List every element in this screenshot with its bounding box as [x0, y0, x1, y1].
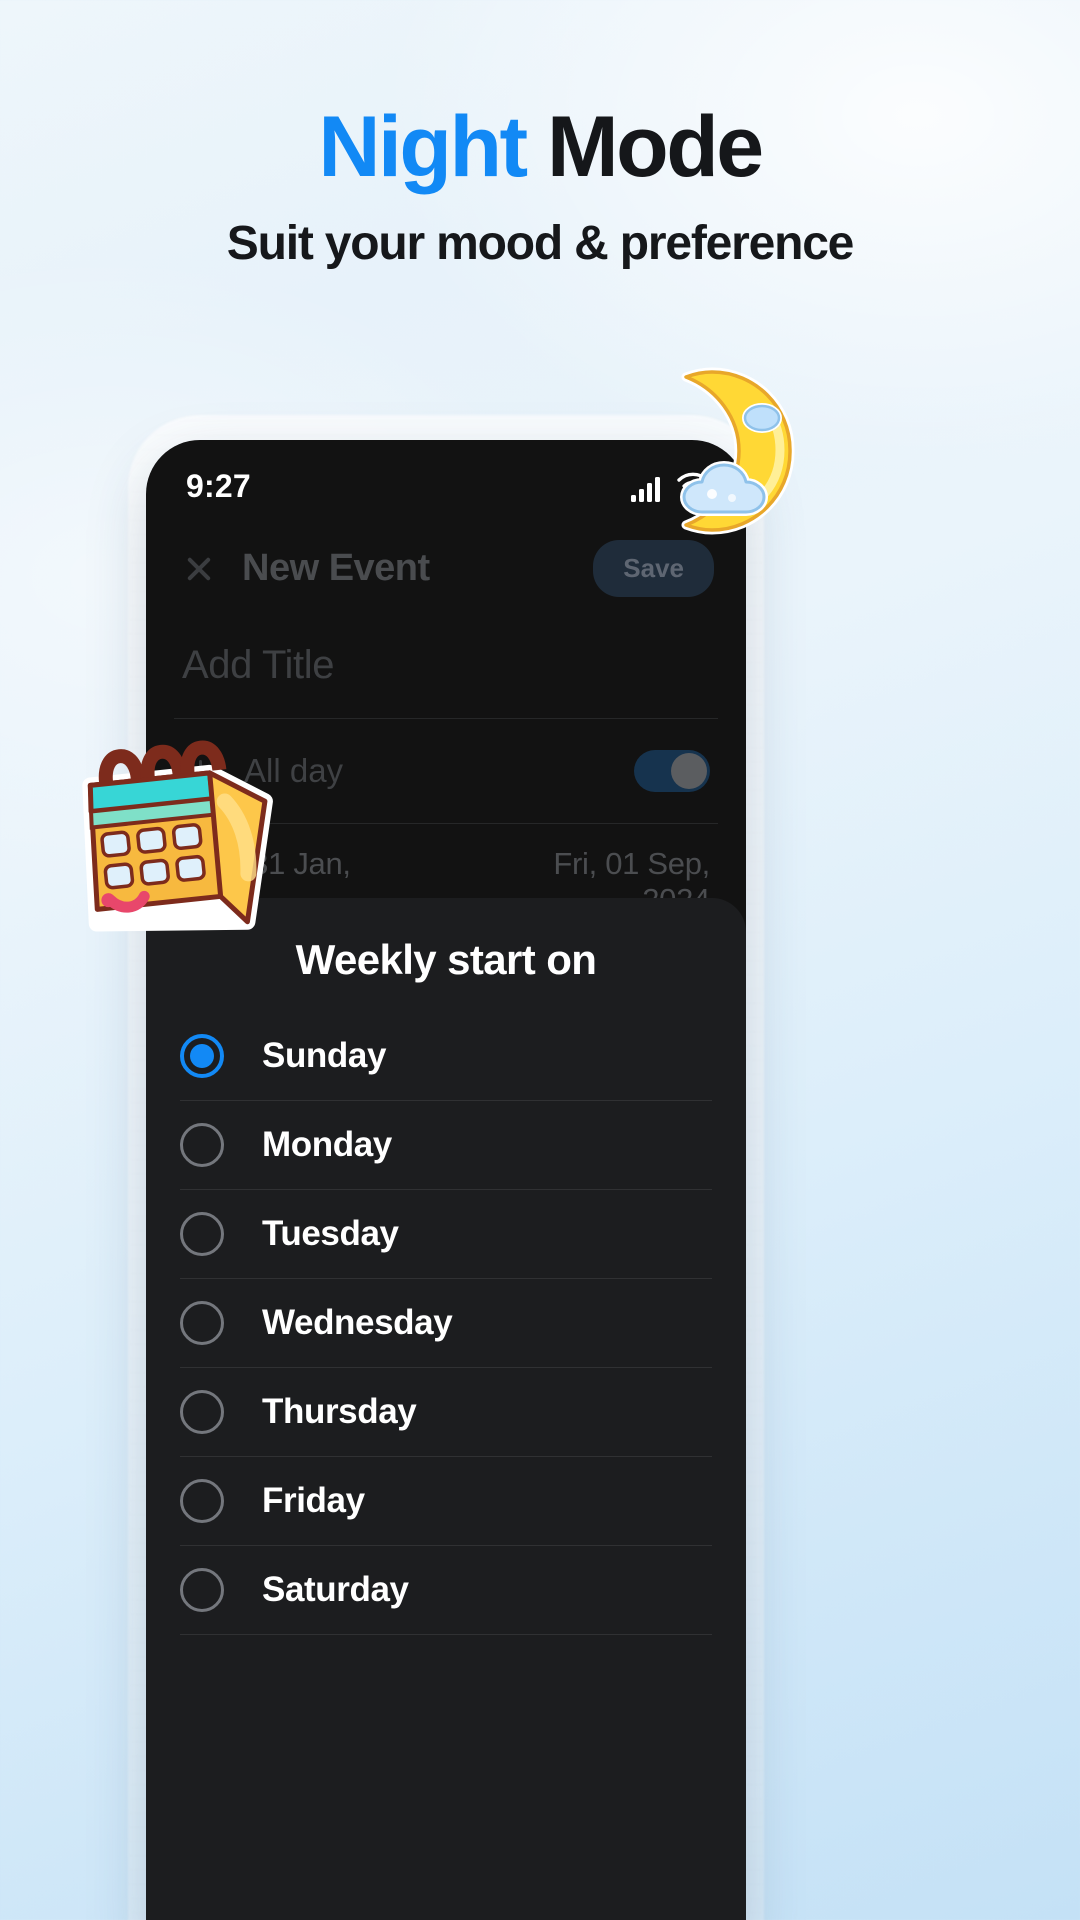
radio-unselected-icon[interactable] — [180, 1123, 224, 1167]
page-subtitle: Suit your mood & preference — [226, 217, 855, 270]
weekday-option-list: Sunday Monday Tuesday Wednesday Thursday Frid… — [146, 1012, 746, 1635]
calendar-sticker — [68, 720, 298, 950]
toggle-knob — [671, 753, 707, 789]
radio-unselected-icon[interactable] — [180, 1212, 224, 1256]
status-time: 9:27 — [186, 467, 251, 504]
weekday-option-label: Friday — [262, 1481, 365, 1520]
weekday-option-label: Saturday — [262, 1570, 409, 1609]
radio-unselected-icon[interactable] — [180, 1390, 224, 1434]
weekday-option-tuesday[interactable]: Tuesday — [146, 1190, 746, 1278]
page-title: Night Mode — [0, 103, 1080, 192]
page-title-rest: Mode — [525, 99, 764, 195]
weekday-option-monday[interactable]: Monday — [146, 1101, 746, 1189]
radio-selected-icon[interactable] — [180, 1034, 224, 1078]
moon-cloud-sticker — [640, 360, 820, 540]
close-icon[interactable] — [182, 552, 216, 586]
all-day-toggle[interactable] — [634, 750, 710, 792]
weekday-option-label: Tuesday — [262, 1214, 399, 1253]
weekday-option-wednesday[interactable]: Wednesday — [146, 1279, 746, 1367]
option-separator — [180, 1634, 712, 1635]
screen-title: New Event — [242, 547, 430, 589]
page-title-accent: Night — [318, 99, 528, 195]
radio-unselected-icon[interactable] — [180, 1301, 224, 1345]
weekly-start-sheet: Weekly start on Sunday Monday Tuesday Wedne… — [146, 898, 746, 1920]
save-button[interactable]: Save — [593, 540, 714, 597]
weekday-option-label: Monday — [262, 1125, 392, 1164]
weekday-option-sunday[interactable]: Sunday — [146, 1012, 746, 1100]
radio-unselected-icon[interactable] — [180, 1568, 224, 1612]
all-day-label: All day — [244, 752, 344, 789]
weekday-option-thursday[interactable]: Thursday — [146, 1368, 746, 1456]
weekday-option-friday[interactable]: Friday — [146, 1457, 746, 1545]
weekday-option-label: Sunday — [262, 1036, 387, 1075]
weekday-option-saturday[interactable]: Saturday — [146, 1546, 746, 1634]
radio-unselected-icon[interactable] — [180, 1479, 224, 1523]
weekday-option-label: Thursday — [262, 1392, 417, 1431]
event-title-input[interactable]: Add Title — [146, 597, 746, 718]
phone-mockup: 9:27 New Event Save Add Title All day 31… — [146, 440, 746, 1920]
weekday-option-label: Wednesday — [262, 1303, 453, 1342]
